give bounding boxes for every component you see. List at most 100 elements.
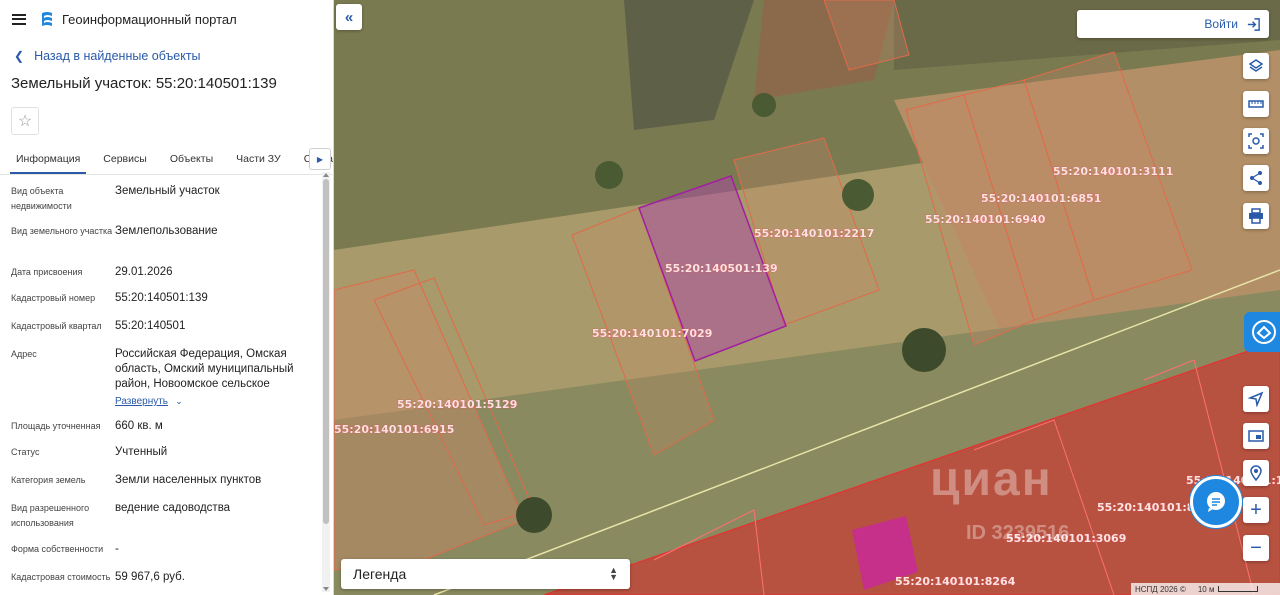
minimap-button[interactable] [1243,423,1269,449]
location-search-icon [1250,465,1262,481]
info-value: 660 кв. м [115,420,163,432]
info-label: Дата присвоения [11,267,83,277]
zoom-out-button[interactable]: − [1243,535,1269,561]
parcel-label: 55:20:140101:8264 [895,575,1016,588]
map-view[interactable]: 55:20:140501:139 55:20:140101:2217 55:20… [334,0,1280,595]
watermark: циан [930,453,1053,506]
info-value: 55:20:140501 [115,320,186,332]
info-row: Категория земель Земли населенных пункто… [0,473,261,488]
info-label: Статус [11,447,40,457]
info-value: Земли населенных пунктов [115,474,262,486]
parcel-label: 55:20:140501:139 [665,262,778,275]
double-chevron-left-icon: « [344,8,354,26]
chevron-left-icon: ❮ [14,49,25,63]
cadastral-map-button[interactable] [1244,312,1280,352]
tree [752,93,776,117]
expand-address-link[interactable]: Развернуть ⌄ [115,394,305,409]
parcel-label: 55:20:140101:6851 [981,192,1101,205]
layers-button[interactable] [1243,53,1269,79]
printer-icon [1249,208,1263,224]
parcel-label: 55:20:140101:6940 [925,213,1046,226]
logo-icon [42,12,52,26]
favorite-button[interactable]: ☆ [11,107,39,135]
plus-icon: + [1250,498,1262,521]
info-value: Учтенный [115,446,168,458]
info-value: 55:20:140501:139 [115,292,208,304]
info-sidebar: Геоинформационный портал ❮ Назад в найде… [0,0,334,595]
info-label: Кадастровая стоимость [11,572,111,582]
share-button[interactable] [1243,165,1269,191]
tab-information[interactable]: Информация [10,153,87,174]
info-row: Статус Учтенный [0,445,167,460]
collapse-sidebar-button[interactable]: « [336,4,362,30]
cadastral-logo-icon [1252,320,1276,344]
scale-bar [1218,586,1259,592]
tree [842,179,874,211]
scroll-down-arrow[interactable] [323,587,329,591]
scrollbar-thumb[interactable] [323,179,329,524]
back-to-results-link[interactable]: ❮ Назад в найденные объекты [14,49,333,63]
print-button[interactable] [1243,203,1269,229]
legend-label: Легенда [353,566,407,582]
page-title: Земельный участок: 55:20:140501:139 [11,75,277,92]
zoom-in-button[interactable]: + [1243,497,1269,523]
tabs-scroll-right-button[interactable]: ▶ [309,148,331,170]
info-row: Вид разрешенного использования ведение с… [0,501,230,531]
scroll-up-arrow[interactable] [323,173,329,177]
parcel-label: 55:20:140101:2217 [754,227,874,240]
info-row: Кадастровый квартал 55:20:140501 [0,319,185,334]
ruler-icon [1248,100,1264,108]
info-value: 59 967,6 руб. [115,571,185,583]
measure-button[interactable] [1243,91,1269,117]
minimap-icon [1248,430,1264,442]
legend-dropdown[interactable]: Легенда ▲ ▼ [341,559,630,589]
map-canvas: 55:20:140501:139 55:20:140101:2217 55:20… [334,0,1280,595]
info-row: Вид объекта недвижимости Земельный участ… [0,184,220,214]
login-button[interactable]: Войти [1077,10,1269,38]
info-value: Землепользование [115,225,218,237]
sort-arrows-icon: ▲ ▼ [609,565,618,582]
layers-icon [1248,59,1264,72]
tab-objects[interactable]: Объекты [164,153,219,174]
chat-button[interactable] [1190,476,1242,528]
tree [595,161,623,189]
star-icon: ☆ [17,113,33,130]
app-title: Геоинформационный портал [62,11,237,27]
info-value: Российская Федерация, Омская область, Ом… [115,348,294,390]
menu-icon[interactable] [12,13,26,25]
info-label: Кадастровый номер [11,293,96,303]
tree [516,497,552,533]
parcel-label: 55:20:140101:6915 [334,423,454,436]
map-attribution: НСПД 2026 © 10 м [1131,583,1280,595]
login-label: Войти [1204,17,1238,31]
parcel-label: 55:20:140101:7029 [592,327,712,340]
geolocation-button[interactable] [1243,386,1269,412]
info-row: Адрес Российская Федерация, Омская облас… [0,347,305,409]
minus-icon: − [1250,536,1262,559]
info-row: Вид земельного участка Землепользование [0,224,218,239]
tab-parts[interactable]: Части ЗУ [230,153,287,174]
search-location-button[interactable] [1243,460,1269,486]
sidebar-scrollbar[interactable] [322,172,330,592]
info-label: Вид объекта недвижимости [11,186,72,211]
app-header: Геоинформационный портал [0,0,333,38]
scale-label: 10 м [1197,584,1215,594]
caret-right-icon: ▶ [316,154,324,164]
info-row: Форма собственности - [0,542,119,557]
login-icon [1247,17,1260,31]
tab-bar: Информация Сервисы Объекты Части ЗУ Сост… [0,146,333,175]
info-label: Кадастровый квартал [11,321,102,331]
select-area-button[interactable] [1243,128,1269,154]
chat-icon [1207,492,1225,512]
parcel-label: 55:20:140101:3111 [1053,165,1173,178]
expand-label: Развернуть [115,396,169,407]
info-row: Кадастровый номер 55:20:140501:139 [0,291,208,306]
info-label: Вид земельного участка [11,226,113,236]
info-label: Адрес [11,349,37,359]
tree [902,328,946,372]
info-value: - [115,543,119,555]
info-row: Кадастровая стоимость 59 967,6 руб. [0,570,185,585]
address-value-block: Российская Федерация, Омская область, Ом… [115,347,305,409]
tab-services[interactable]: Сервисы [97,153,153,174]
info-value: ведение садоводства [115,502,231,514]
